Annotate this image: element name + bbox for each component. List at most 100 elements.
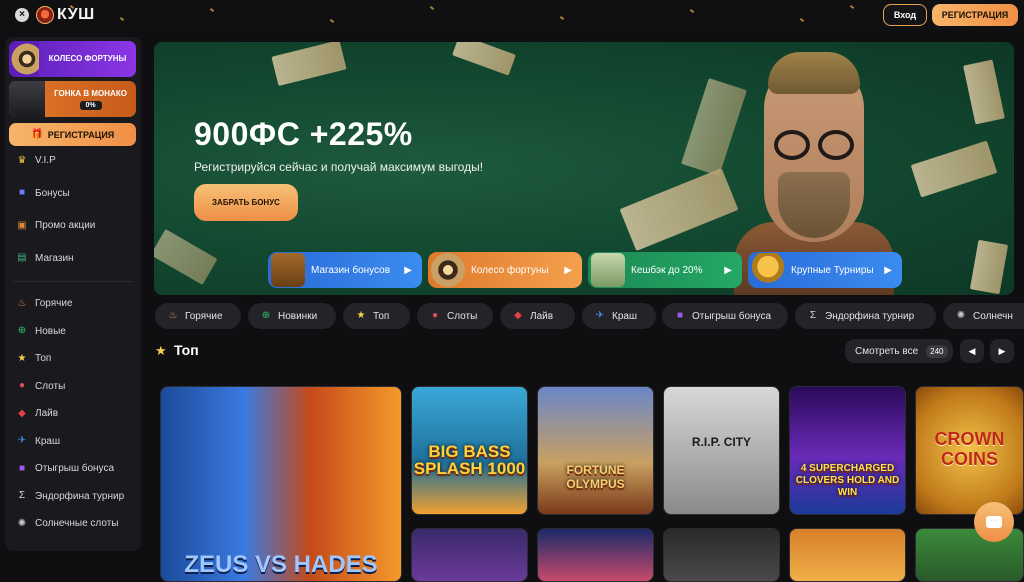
filter-chip-bonus-wager[interactable]: ■ Отыгрыш бонуса xyxy=(662,303,788,329)
login-button[interactable]: Вход xyxy=(883,4,927,26)
sidebar-item-crash[interactable]: ✈ Краш xyxy=(5,428,141,456)
sidebar-item-label: Эндорфина турнир xyxy=(35,490,125,502)
fortune-wheel-link[interactable]: Колесо фортуны ▶ xyxy=(428,252,582,288)
game-title: CROWN COINS xyxy=(934,429,1005,469)
sidebar-item-label: Бонусы xyxy=(35,187,70,199)
sidebar-item-bonuses[interactable]: ■ Бонусы xyxy=(5,180,141,208)
category-filter-bar: ♨ Горячие ⊕ Новинки ★ Топ ● Слоты ◆ Лайв… xyxy=(155,303,1024,330)
game-tile[interactable] xyxy=(663,528,780,582)
banknote-decoration xyxy=(619,168,739,251)
filter-chip-hot[interactable]: ♨ Горячие xyxy=(155,303,241,329)
filter-chip-endorphina[interactable]: Σ Эндорфина турнир xyxy=(795,303,936,329)
confetti-decoration xyxy=(559,16,565,20)
sun-icon: ✺ xyxy=(17,517,27,529)
logo[interactable]: КУШ xyxy=(36,5,95,25)
chip-label: Лайв xyxy=(530,310,554,322)
sidebar-menu: ♛ V.I.P ■ Бонусы ▣ Промо акции ▤ Магазин xyxy=(5,147,141,272)
pill-label: Крупные Турниры xyxy=(791,264,874,276)
filter-chip-slots[interactable]: ● Слоты xyxy=(417,303,493,329)
filter-chip-top[interactable]: ★ Топ xyxy=(343,303,410,329)
support-chat-button[interactable]: ··· xyxy=(974,502,1014,542)
sidebar-item-slots[interactable]: ● Слоты xyxy=(5,373,141,401)
claim-bonus-button[interactable]: ЗАБРАТЬ БОНУС xyxy=(194,184,298,221)
sidebar-item-sun-slots[interactable]: ✺ Солнечные слоты xyxy=(5,510,141,538)
sidebar-item-hot[interactable]: ♨ Горячие xyxy=(5,290,141,318)
sidebar-item-bonus-wager[interactable]: ■ Отыгрыш бонуса xyxy=(5,455,141,483)
game-tile-supercharged-clovers[interactable]: 4 SUPERCHARGED CLOVERS HOLD AND WIN xyxy=(789,386,906,515)
sidebar-item-label: Промо акции xyxy=(35,220,96,232)
sidebar-item-endorphina[interactable]: Σ Эндорфина турнир xyxy=(5,483,141,511)
see-all-button[interactable]: Смотреть все 240 xyxy=(845,339,953,363)
pill-label: Колесо фортуны xyxy=(471,264,549,276)
game-tile-fortune-olympus[interactable]: FORTUNE OLYMPUS xyxy=(537,386,654,515)
sidebar-item-vip[interactable]: ♛ V.I.P xyxy=(5,147,141,175)
chevron-right-icon: ▶ xyxy=(404,264,412,276)
chip-label: Краш xyxy=(612,310,637,322)
scroll-right-button[interactable]: ▶ xyxy=(990,339,1014,363)
hero-banner[interactable]: 900ФС +225% Регистрируйся сейчас и получ… xyxy=(154,42,1014,295)
section-title: Топ xyxy=(174,342,199,358)
close-icon[interactable]: × xyxy=(15,8,29,22)
sidebar-item-shop[interactable]: ▤ Магазин xyxy=(5,245,141,273)
promo-race-text: ГОНКА В МОНАКО 0% xyxy=(45,89,136,110)
filter-chip-live[interactable]: ◆ Лайв xyxy=(500,303,575,329)
chevron-right-icon: ▶ xyxy=(884,264,892,276)
sigma-icon: Σ xyxy=(809,310,817,321)
sidebar-register-label: РЕГИСТРАЦИЯ xyxy=(47,129,115,140)
promo-fortune-wheel[interactable]: КОЛЕСО ФОРТУНЫ xyxy=(9,41,136,77)
cherry-icon: ● xyxy=(431,310,439,321)
games-count-badge: 240 xyxy=(926,344,948,358)
star-icon: ★ xyxy=(356,310,366,321)
scroll-left-button[interactable]: ◀ xyxy=(960,339,984,363)
filter-chip-crash[interactable]: ✈ Краш xyxy=(582,303,656,329)
star-icon: ★ xyxy=(155,343,167,358)
see-all-label: Смотреть все xyxy=(855,345,919,357)
tournaments-link[interactable]: Крупные Турниры ▶ xyxy=(748,252,902,288)
sigma-icon: Σ xyxy=(18,490,26,502)
chevron-right-icon: ▶ xyxy=(724,264,732,276)
gift-icon: ■ xyxy=(18,187,26,199)
game-tile[interactable] xyxy=(789,528,906,582)
sidebar-register-button[interactable]: 🎁 РЕГИСТРАЦИЯ xyxy=(9,123,136,146)
sidebar-item-live[interactable]: ◆ Лайв xyxy=(5,400,141,428)
cashback-link[interactable]: Кешбэк до 20% ▶ xyxy=(588,252,742,288)
crown-icon: ♛ xyxy=(17,154,27,166)
confetti-decoration xyxy=(799,18,805,22)
chevron-right-icon: ▶ xyxy=(564,264,572,276)
pill-label: Магазин бонусов xyxy=(311,264,391,276)
gift-icon: ■ xyxy=(18,462,26,474)
bonus-shop-link[interactable]: Магазин бонусов ▶ xyxy=(268,252,422,288)
money-stack-icon xyxy=(591,253,625,287)
confetti-decoration xyxy=(119,17,125,21)
promo-icon: ▣ xyxy=(17,219,27,231)
gift-icon: 🎁 xyxy=(30,128,43,140)
sidebar-item-top[interactable]: ★ Топ xyxy=(5,345,141,373)
filter-chip-sun-slots[interactable]: ✺ Солнечн xyxy=(943,303,1024,329)
sidebar-item-new[interactable]: ⊕ Новые xyxy=(5,318,141,346)
chip-label: Отыгрыш бонуса xyxy=(692,310,772,322)
filter-chip-new[interactable]: ⊕ Новинки xyxy=(248,303,336,329)
register-button[interactable]: РЕГИСТРАЦИЯ xyxy=(932,4,1018,26)
game-tile-big-bass-splash[interactable]: BIG BASS SPLASH 1000 xyxy=(411,386,528,515)
game-tile[interactable] xyxy=(411,528,528,582)
game-tile-rip-city[interactable]: R.I.P. CITY xyxy=(663,386,780,515)
game-tile[interactable] xyxy=(537,528,654,582)
race-progress-badge: 0% xyxy=(79,100,102,110)
promo-monaco-race[interactable]: ГОНКА В МОНАКО 0% xyxy=(9,81,136,117)
sun-icon: ✺ xyxy=(956,310,966,321)
game-tile-zeus-vs-hades[interactable]: ZEUS VS HADES xyxy=(160,386,402,582)
divider xyxy=(13,281,133,282)
wheel-icon xyxy=(431,253,465,287)
banner-subline: Регистрируйся сейчас и получай максимум … xyxy=(194,160,484,174)
sidebar-item-label: Топ xyxy=(35,353,52,365)
mascot-glasses-right xyxy=(818,130,854,160)
chip-label: Солнечн xyxy=(973,310,1013,322)
sidebar-item-label: Магазин xyxy=(35,252,74,264)
banknote-decoration xyxy=(963,59,1005,125)
game-tile-crown-coins[interactable]: CROWN COINS xyxy=(915,386,1024,515)
game-title: FORTUNE OLYMPUS xyxy=(566,463,625,491)
chip-label: Горячие xyxy=(185,310,223,322)
sidebar-item-label: Новые xyxy=(35,325,66,337)
sidebar-item-promos[interactable]: ▣ Промо акции xyxy=(5,212,141,240)
logo-icon xyxy=(36,6,54,24)
